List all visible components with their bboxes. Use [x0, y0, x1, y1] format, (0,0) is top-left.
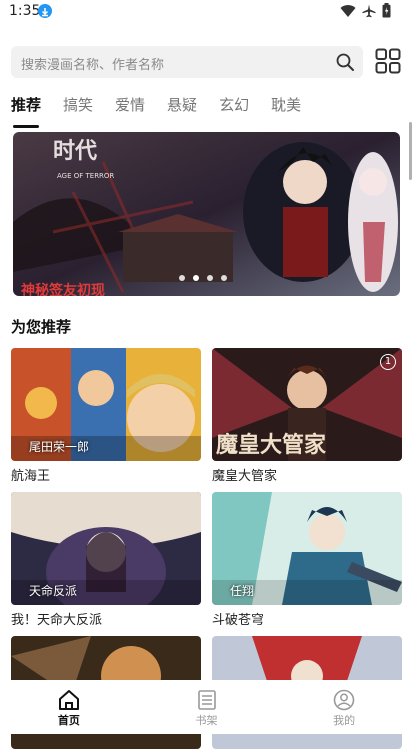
comic-card[interactable]: 魔皇大管家 1 魔皇大管家 [212, 348, 402, 484]
tab-mystery[interactable]: 悬疑 [167, 94, 197, 120]
comic-cover[interactable]: 魔皇大管家 1 [212, 348, 402, 461]
banner-carousel[interactable]: 时代 AGE OF TERROR 神秘签友初现 [13, 132, 400, 296]
banner-artwork: 时代 AGE OF TERROR 神秘签友初现 [13, 132, 400, 296]
status-bar: 1:35 [0, 0, 413, 26]
rank-badge: 1 [380, 354, 396, 370]
comic-cover[interactable]: 尾田荣一郎 [11, 348, 201, 461]
comic-card[interactable]: 任翔 斗破苍穹 [212, 492, 402, 628]
search-input[interactable]: 搜索漫画名称、作者名称 [11, 46, 363, 78]
comic-cover[interactable]: 天命反派 [11, 492, 201, 605]
bookshelf-icon [197, 690, 216, 710]
download-icon [38, 4, 52, 18]
nav-profile-label: 我的 [333, 714, 356, 727]
nav-home-label: 首页 [57, 714, 80, 727]
tab-romance[interactable]: 爱情 [115, 94, 145, 120]
comic-cover[interactable]: 任翔 [212, 492, 402, 605]
nav-home[interactable]: 首页 [0, 680, 138, 734]
comic-card[interactable]: 天命反派 我！天命大反派 [11, 492, 201, 628]
category-tabs: 推荐 搞笑 爱情 悬疑 玄幻 耽美 [11, 94, 323, 128]
battery-icon [382, 3, 391, 18]
carousel-dot[interactable] [221, 275, 227, 281]
comic-title: 魔皇大管家 [212, 469, 278, 484]
comic-card[interactable]: 尾田荣一郎 航海王 [11, 348, 201, 484]
tab-funny[interactable]: 搞笑 [63, 94, 93, 120]
banner-bottom-text: 神秘签友初现 [21, 282, 105, 296]
carousel-indicator [179, 275, 227, 281]
profile-icon [333, 689, 355, 711]
search-placeholder: 搜索漫画名称、作者名称 [21, 58, 165, 73]
comic-author-tag: 天命反派 [29, 584, 78, 598]
home-icon [58, 690, 79, 710]
search-icon[interactable] [335, 52, 355, 76]
carousel-dot-active[interactable] [193, 275, 199, 281]
nav-bookshelf-label: 书架 [195, 714, 218, 727]
grid-icon[interactable] [375, 48, 401, 74]
carousel-dot[interactable] [207, 275, 213, 281]
section-title: 为您推荐 [11, 318, 72, 336]
tab-fantasy[interactable]: 玄幻 [219, 94, 249, 120]
nav-bookshelf[interactable]: 书架 [138, 680, 276, 734]
comic-author-tag: 尾田荣一郎 [29, 440, 90, 454]
scrollbar[interactable] [409, 122, 412, 180]
carousel-dot[interactable] [179, 275, 185, 281]
cover-title-art: 魔皇大管家 [216, 432, 327, 458]
tab-danmei[interactable]: 耽美 [271, 94, 301, 120]
wifi-icon [340, 4, 356, 17]
status-time: 1:35 [9, 3, 41, 19]
nav-profile[interactable]: 我的 [275, 680, 413, 734]
airplane-icon [362, 4, 376, 17]
comic-title: 航海王 [11, 469, 51, 484]
tab-recommend[interactable]: 推荐 [11, 94, 41, 128]
banner-title: 时代 [53, 138, 97, 164]
banner-subtitle: AGE OF TERROR [57, 172, 114, 180]
comic-title: 斗破苍穹 [212, 613, 265, 628]
comic-author-tag: 任翔 [230, 584, 255, 598]
bottom-navigation: 首页 书架 我的 [0, 680, 413, 734]
comic-title: 我！天命大反派 [11, 613, 103, 628]
